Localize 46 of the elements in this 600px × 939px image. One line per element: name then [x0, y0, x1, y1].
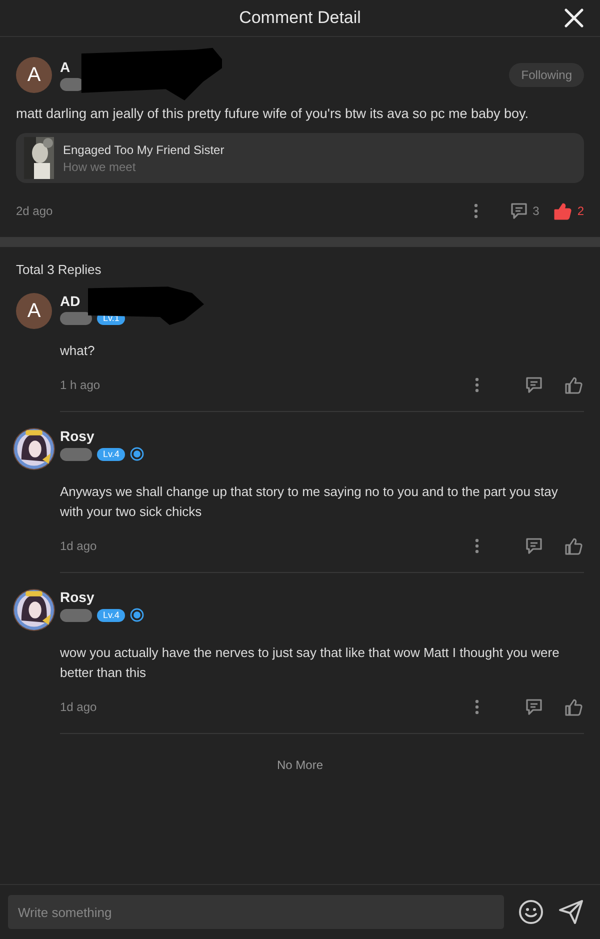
- more-icon[interactable]: [474, 377, 480, 393]
- comment-icon: [508, 201, 529, 221]
- reply-text: Anyways we shall change up that story to me saying no to you and to the part you stay with your two sick chicks: [60, 483, 559, 521]
- user-name: A: [60, 59, 72, 75]
- thumbs-up-icon: [553, 201, 574, 221]
- window-title: Comment Detail: [239, 8, 361, 28]
- timestamp: 2d ago: [16, 204, 54, 218]
- comment-input[interactable]: Write something: [8, 895, 504, 929]
- thumbs-up-icon[interactable]: [564, 697, 584, 717]
- level-badge: Lv.4: [97, 608, 126, 622]
- emoji-icon[interactable]: [518, 899, 544, 925]
- user-name: Rosy: [60, 428, 96, 444]
- reply-text: wow you actually have the nerves to just say that like that wow Matt I thought you were better than this: [60, 644, 560, 682]
- user-name: Rosy: [60, 589, 96, 605]
- rank-badge: [60, 78, 84, 91]
- close-icon: [564, 8, 584, 28]
- user-name: AD: [60, 293, 82, 309]
- like-button[interactable]: 2: [553, 201, 584, 221]
- more-icon[interactable]: [472, 203, 479, 219]
- rank-badge: [60, 312, 92, 325]
- timestamp: 1 h ago: [60, 378, 102, 392]
- timestamp: 1d ago: [60, 700, 98, 714]
- level-badge: Lv.4: [97, 448, 126, 460]
- thumbs-up-icon[interactable]: [564, 375, 584, 395]
- rank-badge: [60, 608, 92, 622]
- story-title: Engaged Too My Friend Sister: [63, 142, 224, 156]
- story-subtitle: How we meet: [63, 160, 137, 174]
- comment-text: matt darling am jeally of this pretty fufure wife of you'rs btw its ava so pc me baby boy.: [16, 105, 530, 123]
- close-button[interactable]: [562, 6, 586, 30]
- avatar[interactable]: A: [16, 293, 52, 329]
- story-card[interactable]: Engaged Too My Friend Sister How we meet: [16, 133, 584, 183]
- comment-icon[interactable]: [524, 536, 544, 556]
- timestamp: 1d ago: [60, 539, 98, 553]
- replies-heading: Total 3 Replies: [16, 262, 102, 277]
- comment-icon[interactable]: [524, 375, 544, 395]
- avatar[interactable]: A: [16, 57, 52, 93]
- following-button[interactable]: Following: [509, 63, 584, 87]
- reply-text: what?: [60, 342, 96, 360]
- reply-count-button[interactable]: 3: [508, 201, 540, 221]
- comment-icon[interactable]: [524, 697, 544, 717]
- more-icon[interactable]: [474, 699, 480, 715]
- rank-badge: [60, 448, 92, 460]
- end-note: No More: [276, 758, 324, 772]
- thumbs-up-icon[interactable]: [564, 536, 584, 556]
- more-icon[interactable]: [474, 538, 480, 554]
- send-icon[interactable]: [558, 899, 584, 925]
